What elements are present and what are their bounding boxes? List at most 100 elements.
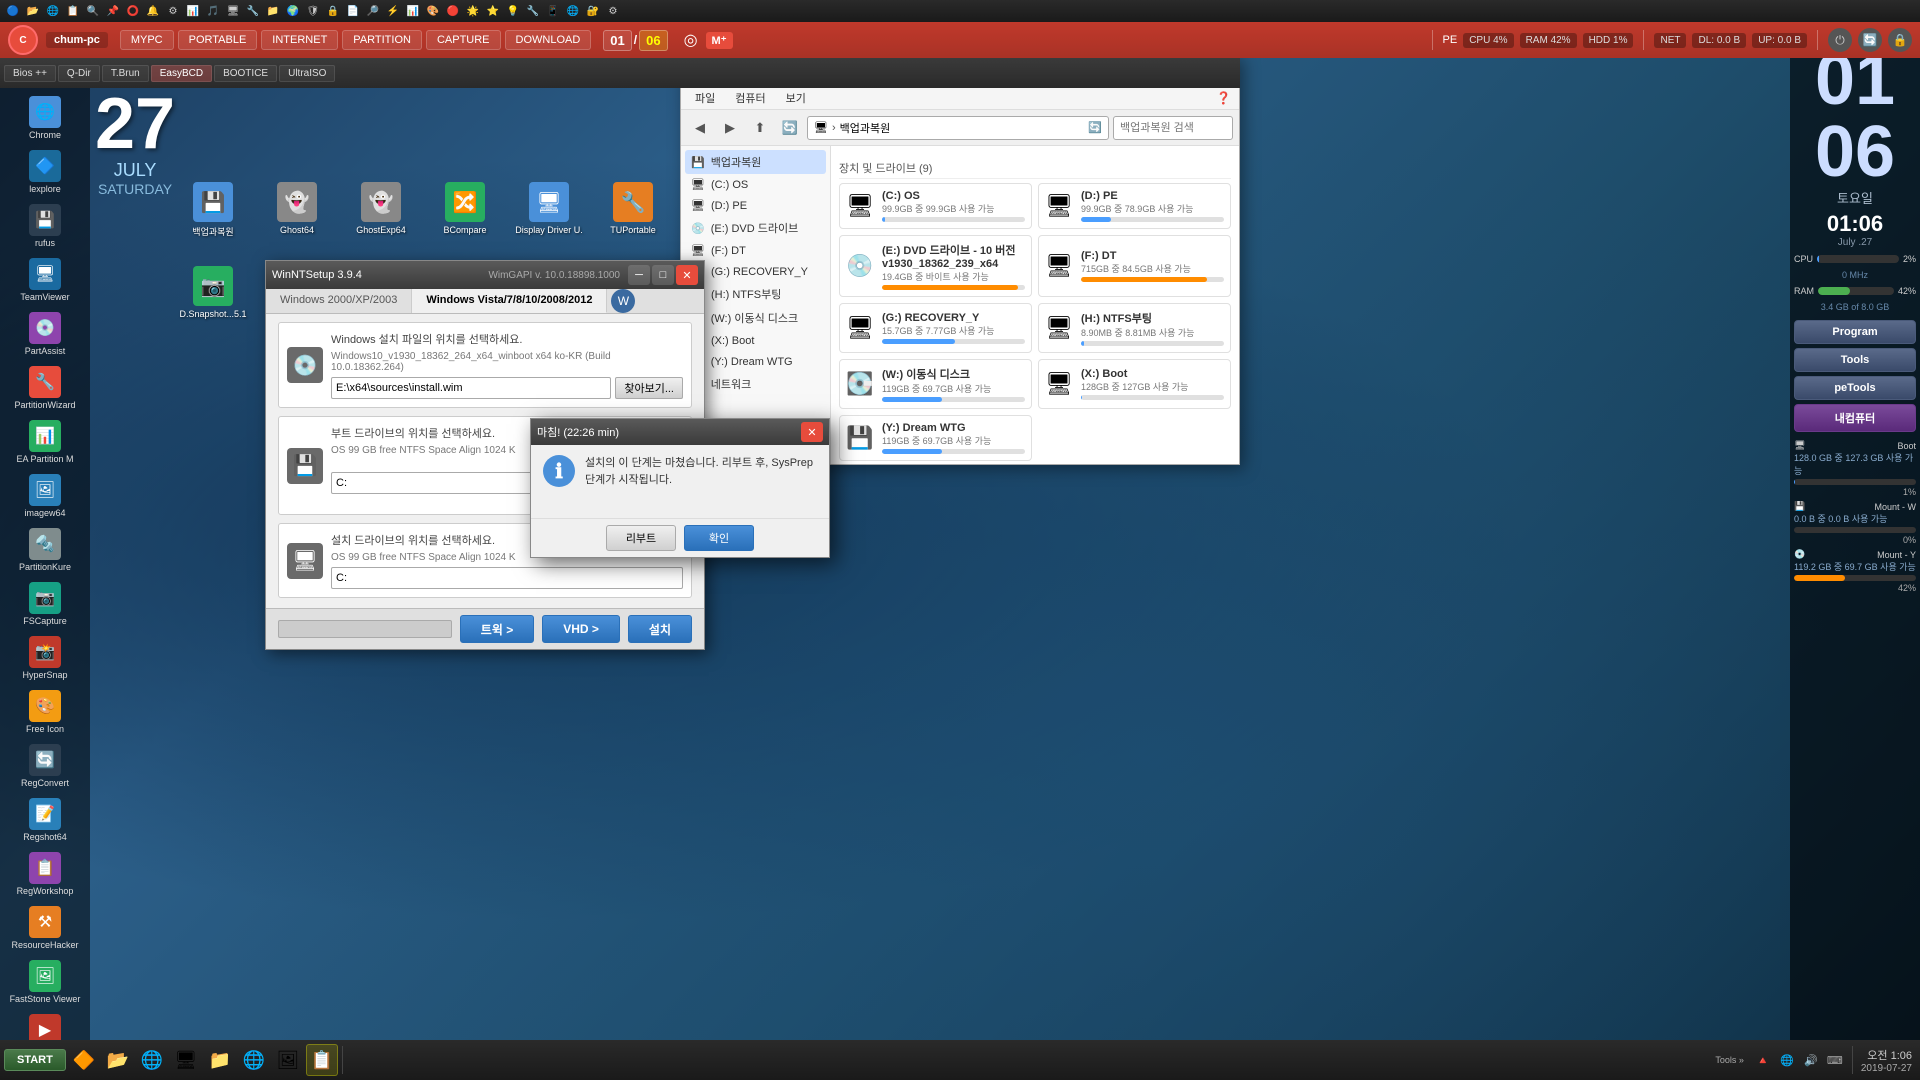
start-icon[interactable]: 🔵 [4, 2, 22, 20]
menu-portable[interactable]: PORTABLE [178, 30, 258, 50]
num-01[interactable]: 01 [603, 30, 631, 51]
submenu-qdir[interactable]: Q-Dir [58, 65, 100, 82]
clock-display[interactable]: 오전 1:06 2019-07-27 [1861, 1047, 1912, 1074]
tb-icon-17[interactable]: 📄 [344, 2, 362, 20]
tb-icon-25[interactable]: 💡 [504, 2, 522, 20]
sidebar-item-faststone[interactable]: 🖼 FastStone Viewer [4, 956, 86, 1008]
sidebar-item-teamviewer[interactable]: 🖥 TeamViewer [4, 254, 86, 306]
start-button[interactable]: START [4, 1049, 66, 1071]
winntsetup-maximize[interactable]: □ [652, 265, 674, 285]
tb-icon-24[interactable]: ⭐ [484, 2, 502, 20]
tb-icon-30[interactable]: ⚙ [604, 2, 622, 20]
install-btn[interactable]: 설치 [628, 615, 692, 643]
taskbar-icon-3[interactable]: 🖥 [170, 1044, 202, 1076]
menu-download[interactable]: DOWNLOAD [505, 30, 592, 50]
tb-icon-27[interactable]: 📱 [544, 2, 562, 20]
m-badge[interactable]: M⁺ [706, 32, 733, 49]
desktop-icon-ghost64[interactable]: 👻 Ghost64 [259, 178, 335, 258]
num-06[interactable]: 06 [639, 30, 667, 51]
setup-install-input[interactable] [331, 567, 683, 589]
desktop-icon-backup[interactable]: 💾 백업과복원 [175, 178, 251, 258]
tb-icon-12[interactable]: 🔧 [244, 2, 262, 20]
tab-winvista[interactable]: Windows Vista/7/8/10/2008/2012 [412, 289, 607, 313]
tb-icon-23[interactable]: 🌟 [464, 2, 482, 20]
dialog-reboot-btn[interactable]: 리부트 [606, 525, 676, 551]
desktop-icon-dsnapshot[interactable]: 📷 D.Snapshot...5.1 [175, 262, 251, 342]
drive-y[interactable]: 💾 (Y:) Dream WTG 119GB 중 69.7GB 사용 가능 [839, 415, 1032, 461]
submenu-bootice[interactable]: BOOTICE [214, 65, 277, 82]
sidebar-network[interactable]: 🌐 네트워크 [685, 372, 826, 396]
sidebar-g-drive[interactable]: 🖥 (G:) RECOVERY_Y [685, 261, 826, 282]
setup-source-browse[interactable]: 찾아보기... [615, 377, 683, 399]
drive-w[interactable]: 💽 (W:) 이동식 디스크 119GB 중 69.7GB 사용 가능 [839, 359, 1032, 409]
sidebar-item-partitionkure[interactable]: 🔩 PartitionKure [4, 524, 86, 576]
submenu-ultraiso[interactable]: UltraISO [279, 65, 335, 82]
sidebar-h-drive[interactable]: 🖥 (H:) NTFS부팅 [685, 282, 826, 306]
menu-mypc[interactable]: MYPC [120, 30, 174, 50]
sidebar-item-regconvert[interactable]: 🔄 RegConvert [4, 740, 86, 792]
sidebar-e-drive[interactable]: 💿 (E:) DVD 드라이브 [685, 216, 826, 240]
sidebar-item-regshot64[interactable]: 📝 Regshot64 [4, 794, 86, 846]
menu-partition[interactable]: PARTITION [342, 30, 422, 50]
tb-icon-20[interactable]: 📊 [404, 2, 422, 20]
tb-icon-16[interactable]: 🔒 [324, 2, 342, 20]
tb-icon-3[interactable]: 📋 [64, 2, 82, 20]
submenu-tbrun[interactable]: T.Brun [102, 65, 149, 82]
winntsetup-close[interactable]: ✕ [676, 265, 698, 285]
desktop-icon-bcompare[interactable]: 🔀 BCompare [427, 178, 503, 258]
explorer-back[interactable]: ◀ [687, 115, 713, 141]
tb-icon-10[interactable]: 🎵 [204, 2, 222, 20]
sidebar-item-hypersnap[interactable]: 📸 HyperSnap [4, 632, 86, 684]
tb-icon-14[interactable]: 🌍 [284, 2, 302, 20]
explorer-refresh[interactable]: 🔄 [777, 115, 803, 141]
power-button[interactable]: ⏻ [1828, 28, 1852, 52]
desktop-icon-displaydriver[interactable]: 🖥 Display Driver U. [511, 178, 587, 258]
program-button[interactable]: Program [1794, 320, 1916, 344]
sidebar-item-chrome[interactable]: 🌐 Chrome [4, 92, 86, 144]
sidebar-d-drive[interactable]: 🖥 (D:) PE [685, 195, 826, 216]
explorer-search[interactable] [1113, 116, 1233, 140]
vhd-btn[interactable]: VHD > [542, 615, 620, 643]
tb-icon-28[interactable]: 🌐 [564, 2, 582, 20]
taskbar-icon-1[interactable]: 📂 [102, 1044, 134, 1076]
setup-source-input[interactable] [331, 377, 611, 399]
sidebar-item-partassist[interactable]: 💿 PartAssist [4, 308, 86, 360]
taskbar-icon-7[interactable]: 📋 [306, 1044, 338, 1076]
sidebar-w-drive[interactable]: 💽 (W:) 이동식 디스크 [685, 306, 826, 330]
sidebar-item-rufus[interactable]: 💾 rufus [4, 200, 86, 252]
sidebar-item-lexplore[interactable]: 🔷 lexplore [4, 146, 86, 198]
tb-icon-8[interactable]: ⚙ [164, 2, 182, 20]
tb-icon-15[interactable]: 🛡 [304, 2, 322, 20]
taskbar-icon-2[interactable]: 🌐 [136, 1044, 168, 1076]
tray-icon-3[interactable]: 🔊 [1802, 1051, 1820, 1069]
tb-icon-5[interactable]: 📌 [104, 2, 122, 20]
explorer-menu-computer[interactable]: 컴퓨터 [729, 88, 771, 108]
dialog-titlebar[interactable]: 마침! (22:26 min) ✕ [531, 419, 829, 445]
tb-icon-11[interactable]: 🖥 [224, 2, 242, 20]
sidebar-item-partitionwizard[interactable]: 🔧 PartitionWizard [4, 362, 86, 414]
tb-icon-13[interactable]: 📁 [264, 2, 282, 20]
sidebar-backup-root[interactable]: 💾 백업과복원 [685, 150, 826, 174]
menu-capture[interactable]: CAPTURE [426, 30, 501, 50]
explorer-address-bar[interactable]: 🖥 › 백업과복원 🔄 [807, 116, 1109, 140]
tools-button[interactable]: Tools [1794, 348, 1916, 372]
explorer-forward[interactable]: ▶ [717, 115, 743, 141]
sidebar-x-drive[interactable]: 🖥 (X:) Boot [685, 330, 826, 351]
tools-btn[interactable]: 트윅 > [460, 615, 534, 643]
drive-c[interactable]: 🖥 (C:) OS 99.9GB 중 99.9GB 사용 가능 [839, 183, 1032, 229]
desktop-icon-ghostexp64[interactable]: 👻 GhostExp64 [343, 178, 419, 258]
taskbar-icon-0[interactable]: 🔶 [68, 1044, 100, 1076]
tray-icon-2[interactable]: 🌐 [1778, 1051, 1796, 1069]
logo-icon[interactable]: C [8, 25, 38, 55]
mycomputer-button[interactable]: 내컴퓨터 [1794, 404, 1916, 432]
tb-icon-2[interactable]: 🌐 [44, 2, 62, 20]
tb-icon-9[interactable]: 📊 [184, 2, 202, 20]
submenu-easybcd[interactable]: EasyBCD [151, 65, 212, 82]
sidebar-item-freeicon[interactable]: 🎨 Free Icon [4, 686, 86, 738]
explorer-menu-file[interactable]: 파일 [689, 88, 721, 108]
sidebar-c-drive[interactable]: 🖥 (C:) OS [685, 174, 826, 195]
drive-g[interactable]: 🖥 (G:) RECOVERY_Y 15.7GB 중 7.77GB 사용 가능 [839, 303, 1032, 353]
submenu-bios[interactable]: Bios ++ [4, 65, 56, 82]
tb-icon-21[interactable]: 🎨 [424, 2, 442, 20]
taskbar-icon-5[interactable]: 🌐 [238, 1044, 270, 1076]
